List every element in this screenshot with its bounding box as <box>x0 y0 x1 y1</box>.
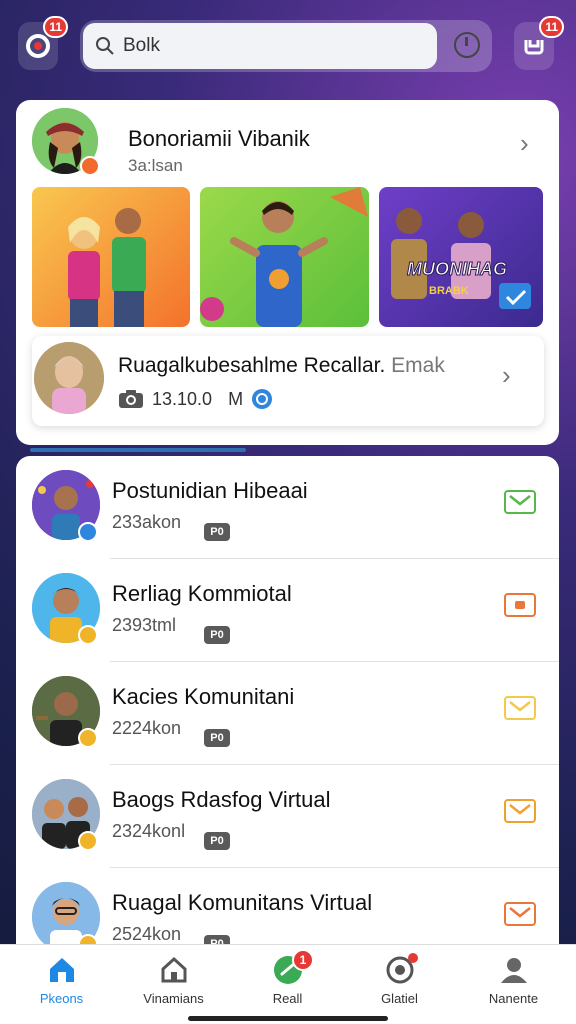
chevron-right-icon: › <box>520 128 529 158</box>
search-bar: Bolk <box>80 20 492 72</box>
list-item-badge <box>78 728 98 748</box>
featured-thumbnail-2[interactable] <box>200 187 369 327</box>
chat-badge: 1 <box>292 949 314 971</box>
home-icon <box>50 958 74 982</box>
mail-icon[interactable] <box>504 490 536 514</box>
featured-subtitle: 3a:lsan <box>128 156 183 175</box>
list-item-tag: P0 <box>204 832 230 850</box>
community-count: 13.10.0 <box>152 388 213 409</box>
list-item[interactable]: Postunidian Hibeaai 233akon P0 <box>16 456 559 559</box>
notification-badge: 11 <box>43 16 68 38</box>
chevron-right-icon: › <box>502 360 511 390</box>
community-title-main: Ruagalkubesahlme Recallar. <box>118 354 386 377</box>
camera-icon <box>119 390 143 408</box>
verified-icon <box>252 389 273 409</box>
featured-card: Bonoriamii Vibanik 3a:lsan › MUONIHAG BR… <box>16 100 559 445</box>
top-bar: 11 Bolk 11 <box>0 0 576 88</box>
tab-indicator <box>30 448 246 452</box>
list-item-count: 2393tml <box>112 615 177 635</box>
messages-badge: 11 <box>539 16 564 38</box>
mail-icon[interactable] <box>504 799 536 823</box>
featured-header[interactable]: Bonoriamii Vibanik 3a:lsan › <box>32 108 542 178</box>
nav-label: Pkeons <box>39 991 84 1006</box>
featured-title: Bonoriamii Vibanik <box>128 126 310 151</box>
list-item-name: Rerliag Kommiotal <box>112 581 292 606</box>
thumbnail-subcaption: BRABK <box>429 285 469 297</box>
list-item-name: Kacies Komunitani <box>112 684 295 709</box>
nav-item-explore[interactable]: Glatiel <box>342 945 457 1024</box>
community-unit: M <box>228 388 244 409</box>
home-indicator <box>188 1016 388 1021</box>
search-input[interactable]: Bolk <box>83 23 437 69</box>
bottom-nav: Pkeons Vinamians 1 Reall Glatiel Nanente <box>0 944 576 1024</box>
community-list: Postunidian Hibeaai 233akon P0 Rerliag K… <box>16 456 559 956</box>
featured-community-card[interactable]: Ruagalkubesahlme Recallar. Emak 13.10.0 … <box>32 336 544 426</box>
list-item-count: 2224kon <box>112 718 182 738</box>
list-item-name: Ruagal Komunitans Virtual <box>112 890 373 915</box>
list-item-tag: P0 <box>204 626 230 644</box>
nav-item-chat[interactable]: 1 Reall <box>230 945 345 1024</box>
community-avatar <box>34 342 104 414</box>
card-icon[interactable] <box>504 593 536 617</box>
list-item-name: Postunidian Hibeaai <box>112 478 308 503</box>
nav-label: Reall <box>272 991 303 1006</box>
mail-icon[interactable] <box>504 902 536 926</box>
messages-button[interactable]: 11 <box>514 16 564 70</box>
list-item-name: Baogs Rdasfog Virtual <box>112 787 331 812</box>
explore-badge-dot <box>408 953 418 963</box>
community-title-extra: Emak <box>391 354 445 377</box>
notifications-button[interactable]: 11 <box>18 16 68 70</box>
list-item[interactable]: Kacies Komunitani 2224kon P0 <box>16 662 559 765</box>
home-outline-icon <box>161 956 187 983</box>
search-input-value: Bolk <box>123 35 160 56</box>
list-item-badge <box>78 831 98 851</box>
nav-label: Glatiel <box>381 991 418 1006</box>
nav-item-communities[interactable]: Vinamians <box>116 945 231 1024</box>
list-item-tag: P0 <box>204 729 230 747</box>
profile-icon <box>501 958 527 983</box>
featured-avatar-badge <box>80 156 100 176</box>
list-item[interactable]: Baogs Rdasfog Virtual 2324konl P0 <box>16 765 559 868</box>
mail-icon[interactable] <box>504 696 536 720</box>
nav-label: Vinamians <box>143 991 204 1006</box>
list-item-count: 2324konl <box>112 821 186 841</box>
nav-item-home[interactable]: Pkeons <box>4 945 119 1024</box>
community-meta: 13.10.0 M <box>118 388 273 410</box>
history-icon[interactable] <box>454 32 480 58</box>
search-icon <box>96 37 114 55</box>
list-item-badge <box>78 522 98 542</box>
list-item-badge <box>78 625 98 645</box>
featured-thumbnail-1[interactable] <box>32 187 190 327</box>
list-item-tag: P0 <box>204 523 230 541</box>
nav-label: Nanente <box>488 991 539 1006</box>
nav-item-profile[interactable]: Nanente <box>456 945 571 1024</box>
list-item[interactable]: Rerliag Kommiotal 2393tml P0 <box>16 559 559 662</box>
list-item-count: 2524kon <box>112 924 182 944</box>
featured-thumbnail-3[interactable]: MUONIHAG BRABK <box>379 187 543 327</box>
app-logo-icon <box>26 34 50 58</box>
list-item-count: 233akon <box>112 512 182 532</box>
community-title: Ruagalkubesahlme Recallar. Emak <box>118 354 445 378</box>
thumbnail-caption: MUONIHAG <box>407 259 508 280</box>
list-item[interactable]: Ruagal Komunitans Virtual 2524kon P0 <box>16 868 559 956</box>
inbox-icon <box>524 40 544 55</box>
